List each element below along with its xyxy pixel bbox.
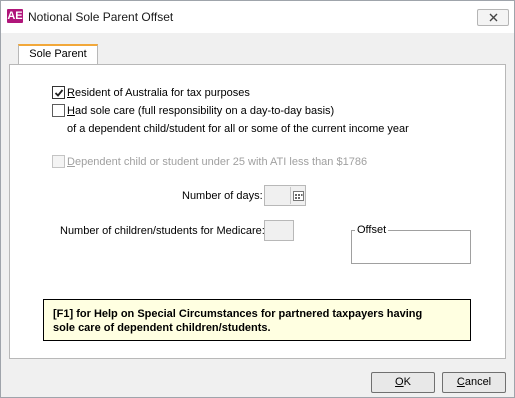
help-line-1: [F1] for Help on Special Circumstances f…	[53, 308, 423, 320]
dependent-label-mnemonic: D	[67, 156, 75, 168]
sole-care-label[interactable]: Had sole care (full responsibility on a …	[67, 105, 334, 117]
cancel-button-mnemonic: C	[456, 376, 465, 388]
sole-care-label-mnemonic: H	[67, 105, 75, 117]
sole-care-checkbox[interactable]	[52, 104, 65, 117]
dialog-window: AE Notional Sole Parent Offset Sole Pare…	[0, 0, 515, 398]
ok-button-text: K	[403, 376, 411, 388]
help-note: [F1] for Help on Special Circumstances f…	[43, 299, 471, 341]
resident-label-mnemonic: R	[67, 87, 75, 99]
checkmark-icon	[54, 89, 64, 97]
offset-group-title: Offset	[355, 224, 389, 236]
app-logo-icon: AE	[7, 9, 23, 23]
tab-sole-parent[interactable]: Sole Parent	[18, 44, 98, 65]
ok-button[interactable]: OK	[371, 372, 435, 393]
children-label: Number of children/students for Medicare…	[60, 225, 265, 237]
dependent-label-text: ependent child or student under 25 with …	[74, 156, 368, 168]
dependent-label: Dependent child or student under 25 with…	[67, 156, 367, 168]
sole-care-label-line2: of a dependent child/student for all or …	[67, 123, 409, 135]
ok-button-mnemonic: O	[395, 376, 404, 388]
calendar-button[interactable]	[290, 187, 305, 204]
resident-checkbox[interactable]	[52, 86, 65, 99]
children-field[interactable]	[264, 220, 294, 241]
help-line-2: sole care of dependent children/students…	[53, 322, 271, 334]
dependent-checkbox	[52, 155, 65, 168]
days-label: Number of days:	[182, 190, 263, 202]
title-bar: AE Notional Sole Parent Offset	[1, 1, 514, 33]
calendar-icon	[293, 191, 304, 201]
sole-care-label-text: ad sole care (full responsibility on a d…	[74, 105, 335, 117]
resident-label[interactable]: Resident of Australia for tax purposes	[67, 87, 250, 99]
window-title: Notional Sole Parent Offset	[28, 10, 174, 24]
close-icon	[489, 13, 498, 22]
close-button[interactable]	[477, 9, 509, 26]
resident-label-text: esident of Australia for tax purposes	[74, 87, 250, 99]
cancel-button-text: ancel	[464, 376, 492, 388]
days-field[interactable]	[264, 185, 306, 206]
cancel-button[interactable]: Cancel	[442, 372, 506, 393]
